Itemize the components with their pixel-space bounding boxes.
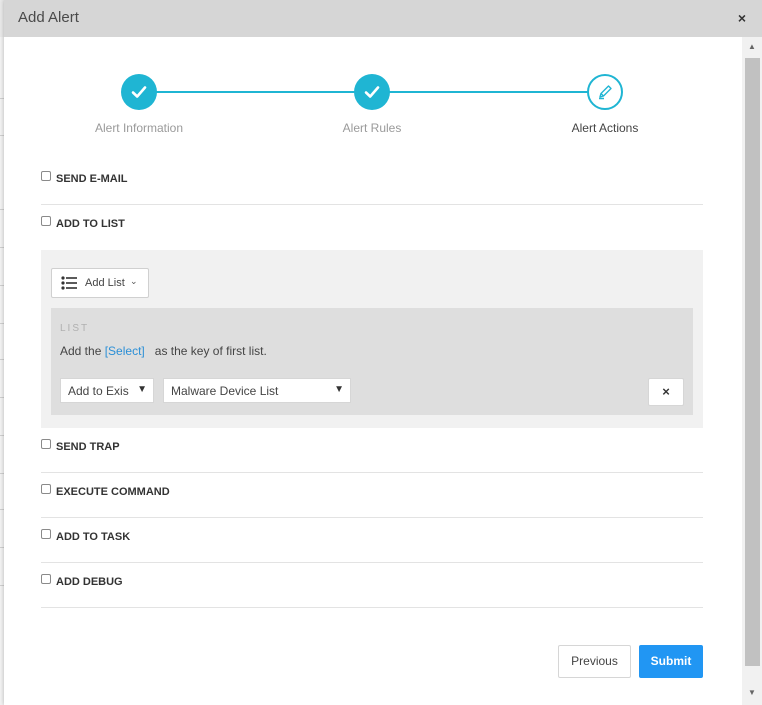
add-debug-label: ADD DEBUG (56, 576, 123, 588)
add-alert-dialog: Add Alert × ▲ ▼ Alert Information Alert … (4, 0, 762, 705)
alert-actions-content: SEND E-MAIL ADD TO LIST Add List ⌄ LIST … (41, 160, 703, 608)
dropdown-arrow-icon: ▼ (334, 384, 344, 395)
action-send-email: SEND E-MAIL (41, 160, 703, 205)
step-label-alert-actions: Alert Actions (571, 121, 639, 135)
scroll-thumb[interactable] (745, 58, 760, 666)
select-key-link[interactable]: [Select] (105, 344, 145, 358)
scroll-down-icon[interactable]: ▼ (742, 687, 762, 699)
add-list-label: Add List (85, 277, 125, 289)
list-heading: LIST (60, 323, 90, 334)
add-to-list-label: ADD TO LIST (56, 218, 125, 230)
add-list-button[interactable]: Add List ⌄ (51, 268, 149, 298)
send-email-checkbox[interactable] (41, 171, 51, 181)
step-1-done-check-icon[interactable] (121, 74, 157, 110)
list-name-value: Malware Device List (171, 384, 279, 398)
send-trap-checkbox[interactable] (41, 439, 51, 449)
list-mode-select[interactable]: Add to Exis ▼ (60, 378, 154, 403)
add-to-list-panel: Add List ⌄ LIST Add the [Select] as the … (41, 250, 703, 428)
step-label-alert-rules: Alert Rules (342, 121, 402, 135)
wizard-stepper: Alert Information Alert Rules Alert Acti… (4, 72, 744, 142)
add-debug-checkbox[interactable] (41, 574, 51, 584)
step-2-done-check-icon[interactable] (354, 74, 390, 110)
submit-button[interactable]: Submit (639, 645, 703, 678)
remove-list-button[interactable]: × (648, 378, 684, 406)
list-mode-value: Add to Exis (68, 384, 129, 398)
add-to-task-label: ADD TO TASK (56, 531, 131, 543)
action-send-trap: SEND TRAP (41, 428, 703, 473)
send-email-label: SEND E-MAIL (56, 173, 128, 185)
action-execute-command: EXECUTE COMMAND (41, 473, 703, 518)
execute-command-checkbox[interactable] (41, 484, 51, 494)
action-add-to-task: ADD TO TASK (41, 518, 703, 563)
dropdown-arrow-icon: ▼ (137, 384, 147, 395)
dialog-title: Add Alert (18, 9, 79, 26)
add-to-task-checkbox[interactable] (41, 529, 51, 539)
previous-button[interactable]: Previous (558, 645, 631, 678)
scrollbar[interactable]: ▲ ▼ (742, 37, 762, 705)
step-label-alert-information: Alert Information (94, 121, 184, 135)
step-3-active-pencil-icon[interactable] (587, 74, 623, 110)
scroll-up-icon[interactable]: ▲ (742, 41, 762, 53)
list-icon (61, 276, 77, 290)
chevron-down-icon: ⌄ (130, 276, 138, 286)
dialog-titlebar: Add Alert × (4, 0, 762, 37)
add-to-list-checkbox[interactable] (41, 216, 51, 226)
list-name-select[interactable]: Malware Device List ▼ (163, 378, 351, 403)
list-config-box: LIST Add the [Select] as the key of firs… (51, 308, 693, 415)
action-add-to-list: ADD TO LIST (41, 205, 703, 250)
action-add-debug: ADD DEBUG (41, 563, 703, 608)
close-icon[interactable]: × (738, 11, 746, 25)
list-desc-suffix: as the key of first list. (154, 344, 267, 358)
execute-command-label: EXECUTE COMMAND (56, 486, 170, 498)
send-trap-label: SEND TRAP (56, 441, 120, 453)
list-desc-prefix: Add the (60, 344, 102, 358)
list-description: Add the [Select] as the key of first lis… (60, 344, 267, 358)
